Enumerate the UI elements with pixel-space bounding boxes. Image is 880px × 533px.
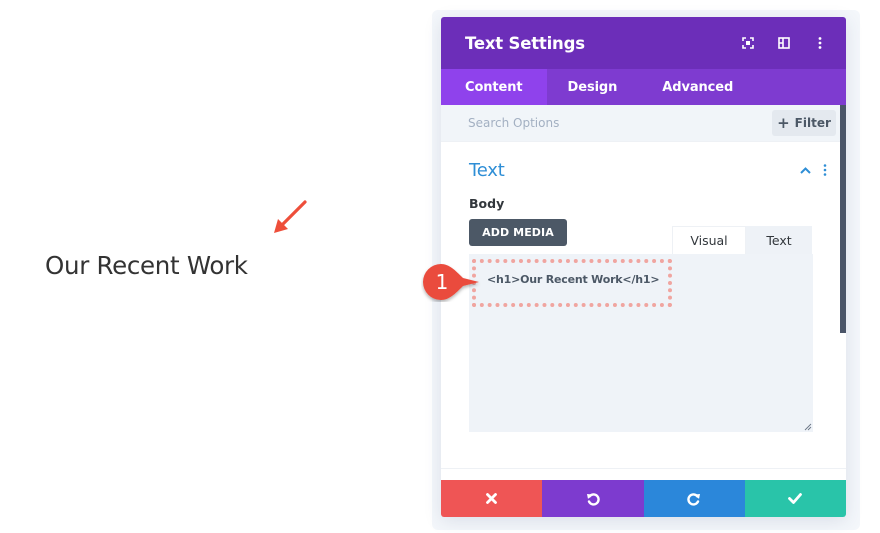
tab-design[interactable]: Design [547, 69, 639, 105]
footer-divider [441, 468, 846, 469]
section-title: Text [469, 159, 505, 181]
split-view-icon[interactable] [766, 17, 802, 69]
tab-advanced[interactable]: Advanced [638, 69, 757, 105]
modal-footer [441, 480, 846, 517]
tab-content[interactable]: Content [441, 69, 547, 105]
close-icon [486, 493, 498, 504]
modal-title: Text Settings [465, 33, 585, 53]
expand-icon[interactable] [730, 17, 766, 69]
chevron-up-icon[interactable] [794, 166, 816, 174]
body-editor [469, 254, 813, 432]
redo-icon [687, 492, 701, 506]
text-section-header[interactable]: Text [469, 142, 846, 194]
cancel-button[interactable] [441, 480, 543, 517]
plus-icon: + [777, 113, 790, 132]
editor-toolbar: ADD MEDIA Visual Text [469, 219, 846, 254]
filter-label: Filter [794, 116, 831, 130]
redo-button[interactable] [643, 480, 745, 517]
check-icon [788, 493, 803, 504]
add-media-button[interactable]: ADD MEDIA [469, 219, 567, 246]
step-badge: 1 [423, 264, 479, 300]
body-field-label: Body [469, 196, 505, 211]
editor-tab-text[interactable]: Text [746, 226, 812, 254]
save-button[interactable] [744, 480, 846, 517]
settings-content: Text Body ADD MEDIA Visual Text [441, 142, 846, 432]
body-textarea[interactable] [469, 254, 813, 432]
resize-handle-icon[interactable] [804, 423, 812, 431]
filter-button[interactable]: + Filter [772, 110, 836, 136]
search-options-input[interactable] [468, 116, 772, 130]
preview-heading: Our Recent Work [45, 251, 248, 280]
search-bar: + Filter [441, 105, 846, 142]
settings-tabs: Content Design Advanced [441, 69, 846, 105]
step-badge-number: 1 [436, 270, 449, 294]
annotation-arrow-icon [274, 200, 307, 233]
undo-button[interactable] [542, 480, 644, 517]
modal-header[interactable]: Text Settings [441, 17, 846, 69]
text-settings-modal: Text Settings Content Design Advanced Se… [441, 17, 846, 517]
section-more-icon[interactable] [818, 164, 832, 176]
undo-icon [586, 492, 600, 506]
more-vertical-icon[interactable] [802, 17, 838, 69]
editor-tab-visual[interactable]: Visual [672, 226, 746, 254]
